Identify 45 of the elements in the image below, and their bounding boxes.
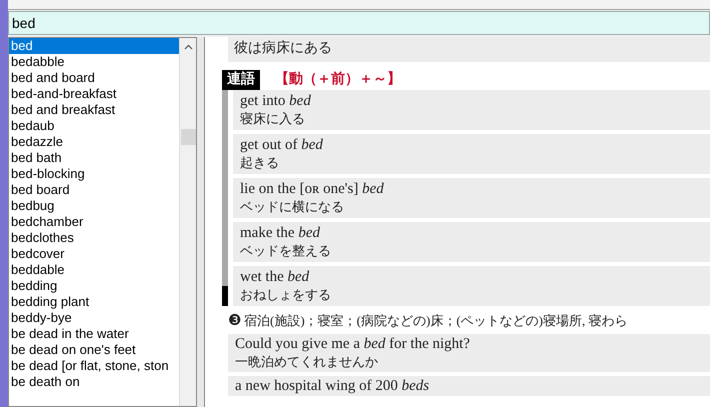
- word-list-item[interactable]: bedazzle: [9, 134, 179, 150]
- word-list-item[interactable]: bedding: [9, 278, 179, 294]
- collocation-phrase: get into bed: [240, 92, 312, 110]
- collocation-translation: ベッドを整える: [240, 242, 332, 260]
- collocation-tag: 連語: [222, 70, 260, 90]
- word-list-item[interactable]: be dead on one's feet: [9, 342, 179, 358]
- collocation-phrase: make the bed: [240, 224, 321, 242]
- word-list-item[interactable]: bedclothes: [9, 230, 179, 246]
- scroll-thumb[interactable]: [180, 129, 196, 145]
- word-list-item[interactable]: bedabble: [9, 54, 179, 70]
- collocation-translation: 寝床に入る: [240, 110, 306, 128]
- word-list-item[interactable]: bedchamber: [9, 214, 179, 230]
- word-list-item[interactable]: be death on: [9, 374, 179, 390]
- search-field[interactable]: bed: [8, 11, 710, 35]
- word-list-item[interactable]: bedcover: [9, 246, 179, 262]
- sense-number: ❸: [228, 312, 241, 331]
- scrollbar[interactable]: [179, 38, 196, 406]
- collocation-phrase: get out of bed: [240, 136, 324, 154]
- collocation-pattern: 【動（＋前）＋～】: [275, 70, 401, 89]
- word-list-item[interactable]: beddy-bye: [9, 310, 179, 326]
- word-list-item[interactable]: beddable: [9, 262, 179, 278]
- example-translation: 彼は病床にある: [234, 40, 333, 58]
- collocation-phrase: lie on the [ᴏʀ one's] bed: [240, 180, 385, 198]
- word-list-item[interactable]: bed-blocking: [9, 166, 179, 182]
- word-list-item[interactable]: bed and breakfast: [9, 102, 179, 118]
- collocation-translation: おねしょをする: [240, 286, 332, 304]
- scroll-up-icon[interactable]: [184, 44, 192, 50]
- collocation-translation: 起きる: [240, 154, 280, 172]
- example-translation: 一晩泊めてくれませんか: [235, 353, 379, 371]
- word-list-item[interactable]: bedding plant: [9, 294, 179, 310]
- word-list-item[interactable]: be dead [or flat, stone, ston: [9, 358, 179, 374]
- collocation-translation: ベッドに横になる: [240, 198, 345, 216]
- word-list-item[interactable]: bedaub: [9, 118, 179, 134]
- collocation-phrase: wet the bed: [240, 268, 310, 286]
- word-list-item[interactable]: bed board: [9, 182, 179, 198]
- word-list-item[interactable]: bedbug: [9, 198, 179, 214]
- word-list-item[interactable]: bed: [9, 38, 179, 54]
- word-list-item[interactable]: bed bath: [9, 150, 179, 166]
- word-list-item[interactable]: bed and board: [9, 70, 179, 86]
- example-sentence: Could you give me a bed for the night?: [235, 335, 471, 353]
- sense-definition: 宿泊(施設)；寝室；(病院などの)床；(ペットなどの)寝場所, 寝わら: [244, 312, 628, 330]
- word-list-item[interactable]: bed-and-breakfast: [9, 86, 179, 102]
- word-list-item[interactable]: be dead in the water: [9, 326, 179, 342]
- example-sentence: a new hospital wing of 200 beds: [235, 377, 430, 395]
- splitter[interactable]: [197, 37, 205, 407]
